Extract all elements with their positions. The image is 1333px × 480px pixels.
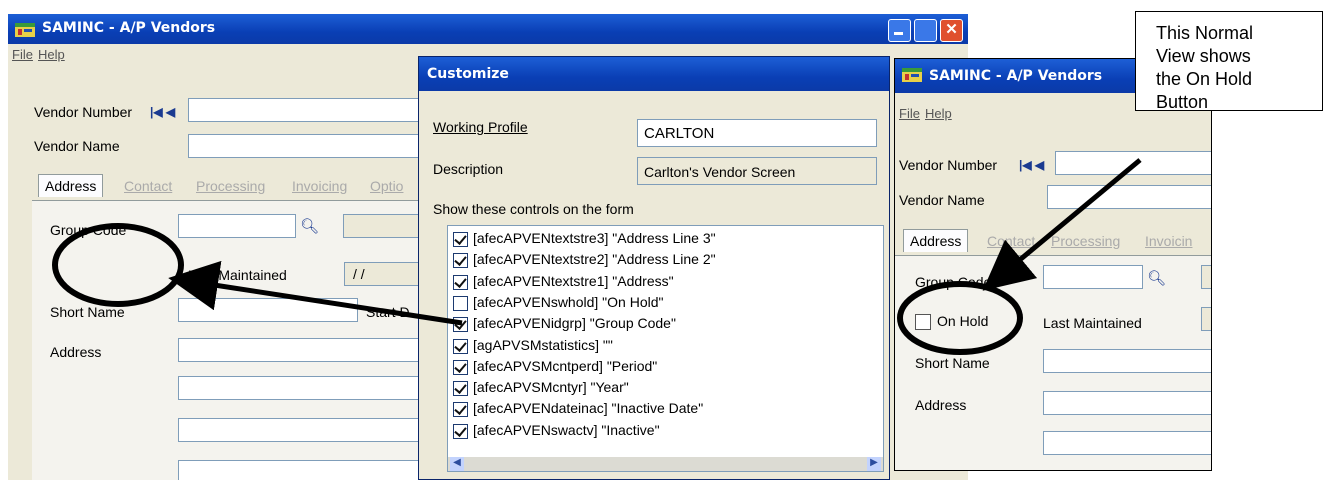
control-label: [afecAPVSMcntperd] "Period" [473, 357, 658, 374]
short-name-label: Short Name [50, 304, 125, 320]
last-maintained-label: Last Maintained [1043, 315, 1142, 331]
menu-file[interactable]: File [899, 106, 920, 121]
callout-line-4: Button [1156, 92, 1209, 112]
short-name-field[interactable] [178, 298, 358, 322]
control-checkbox[interactable] [453, 274, 468, 290]
vendor-name-field[interactable] [188, 134, 428, 158]
control-label: [afecAPVENtextstre2] "Address Line 2" [473, 251, 716, 268]
app-icon [15, 23, 35, 37]
group-code-desc-field [1201, 265, 1211, 289]
lookup-icon[interactable]: 🔍︎ [1147, 269, 1166, 287]
control-checkbox[interactable] [453, 402, 468, 418]
tab-processing[interactable]: Processing [196, 178, 265, 194]
show-controls-label: Show these controls on the form [433, 201, 634, 217]
tab-options[interactable]: Optio [370, 178, 403, 194]
app-icon [902, 68, 922, 82]
vendor-number-label: Vendor Number [34, 104, 133, 120]
address-line-2[interactable] [178, 376, 438, 400]
control-label: [afecAPVENswhold] "On Hold" [473, 293, 664, 310]
last-maintained-label: Last Maintained [188, 267, 287, 283]
vendor-number-field[interactable] [188, 98, 428, 122]
tab-contact[interactable]: Contact [124, 178, 172, 194]
address-line-1[interactable] [178, 338, 438, 362]
group-code-desc-field [343, 214, 423, 238]
back-window-titlebar[interactable]: SAMINC - A/P Vendors ✕ [8, 14, 968, 44]
control-label: [afecAPVENdateinac] "Inactive Date" [473, 400, 704, 417]
on-hold-checkbox[interactable] [915, 314, 931, 330]
vendor-name-label: Vendor Name [34, 138, 120, 154]
vendor-number-field[interactable] [1055, 151, 1211, 175]
control-label: [afecAPVSMcntyr] "Year" [473, 379, 629, 396]
control-label: [afecAPVENtextstre3] "Address Line 3" [473, 230, 716, 246]
control-label: [afecAPVENidgrp] "Group Code" [473, 315, 676, 332]
control-checkbox[interactable] [453, 338, 468, 354]
customize-title: Customize [427, 66, 509, 82]
first-record-icon[interactable]: |◀ ◀ [150, 105, 175, 119]
maximize-button[interactable] [914, 19, 937, 42]
callout-box: This Normal View shows the On Hold Butto… [1135, 11, 1323, 114]
horizontal-scrollbar[interactable]: ◀ ▶ [448, 457, 883, 471]
tab-address[interactable]: Address [903, 229, 969, 252]
last-maintained-field [1201, 307, 1211, 331]
group-code-field[interactable] [178, 214, 296, 238]
callout-line-1: This Normal [1156, 23, 1254, 43]
address-label: Address [915, 397, 967, 413]
control-checkbox[interactable] [453, 232, 468, 247]
control-checkbox[interactable] [453, 295, 468, 311]
close-icon: ✕ [945, 21, 958, 38]
group-code-label: Group Code [915, 274, 992, 290]
start-date-label: Start D [366, 304, 410, 320]
working-profile-field[interactable]: CARLTON [637, 119, 877, 147]
callout-line-3: the On Hold [1156, 69, 1253, 89]
callout-line-2: View shows [1156, 46, 1251, 66]
address-line-4[interactable] [178, 460, 438, 480]
description-field: Carlton's Vendor Screen [637, 157, 877, 185]
close-button[interactable]: ✕ [940, 19, 963, 42]
description-label: Description [433, 161, 504, 177]
working-profile-label: Working Profile [433, 119, 528, 135]
tab-contact[interactable]: Contact [987, 233, 1035, 249]
tab-address[interactable]: Address [38, 174, 104, 197]
short-name-label: Short Name [915, 355, 990, 371]
control-checkbox[interactable] [453, 359, 468, 375]
control-label: [afecAPVENtextstre1] "Address" [473, 272, 674, 289]
vendor-number-label: Vendor Number [899, 157, 998, 173]
control-label: [agAPVSMstatistics] "" [473, 336, 613, 353]
vendor-name-field[interactable] [1047, 185, 1211, 209]
minimize-button[interactable] [888, 19, 911, 42]
vendor-name-label: Vendor Name [899, 192, 985, 208]
address-label: Address [50, 344, 102, 360]
control-checkbox[interactable] [453, 381, 468, 397]
last-maintained-field: / / [344, 262, 424, 286]
lookup-icon[interactable]: 🔍︎ [300, 217, 319, 235]
control-label: [afecAPVENswactv] "Inactive" [473, 421, 660, 438]
short-name-field[interactable] [1043, 349, 1211, 373]
tab-invoicing[interactable]: Invoicing [292, 178, 347, 194]
customize-titlebar[interactable]: Customize [419, 57, 889, 91]
menu-help[interactable]: Help [925, 106, 952, 121]
back-window-title: SAMINC - A/P Vendors [42, 20, 216, 36]
address-line-1[interactable] [1043, 391, 1211, 415]
first-record-icon[interactable]: |◀ ◀ [1019, 158, 1044, 172]
tab-invoicing[interactable]: Invoicin [1145, 233, 1192, 249]
on-hold-label: On Hold [937, 313, 989, 329]
group-code-label: Group Code [50, 222, 127, 238]
tab-processing[interactable]: Processing [1051, 233, 1120, 249]
control-checkbox[interactable] [453, 317, 468, 333]
front-vendor-window: SAMINC - A/P Vendors File Help Vendor Nu… [894, 58, 1212, 471]
group-code-field[interactable] [1043, 265, 1143, 289]
menu-help[interactable]: Help [38, 47, 65, 62]
scroll-left-icon[interactable]: ◀ [450, 457, 464, 471]
control-checkbox[interactable] [453, 253, 468, 269]
menu-file[interactable]: File [12, 47, 33, 62]
callout-text: This Normal View shows the On Hold Butto… [1156, 22, 1253, 114]
front-window-title: SAMINC - A/P Vendors [929, 68, 1103, 84]
scroll-right-icon[interactable]: ▶ [867, 457, 881, 471]
address-line-2[interactable] [1043, 431, 1211, 455]
address-line-3[interactable] [178, 418, 438, 442]
controls-listbox[interactable]: ◀ ▶ [afecAPVENtextstre3] "Address Line 3… [447, 225, 884, 472]
control-checkbox[interactable] [453, 423, 468, 439]
